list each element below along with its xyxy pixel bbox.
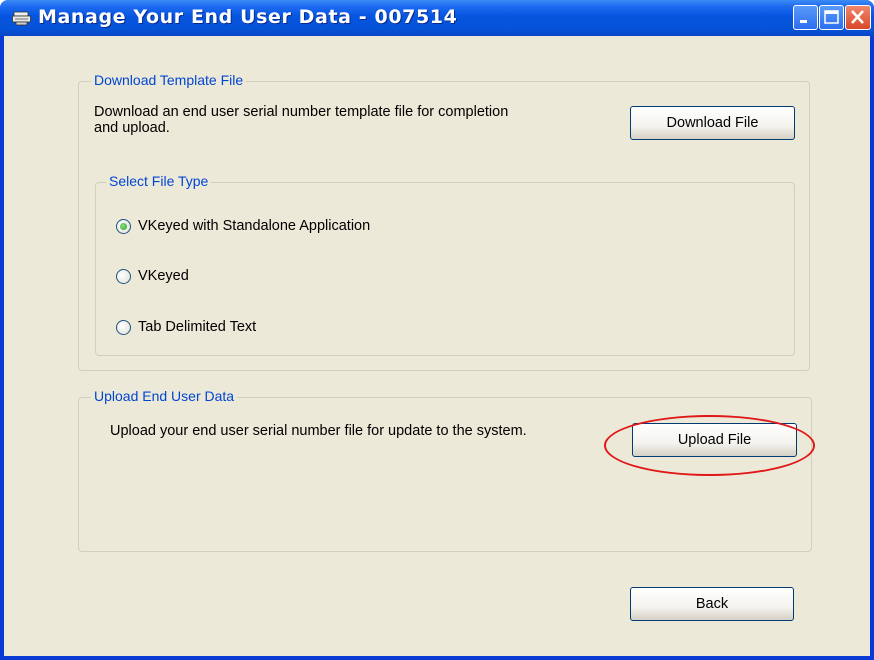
app-window: Manage Your End User Data - 007514 Downl… xyxy=(0,0,874,660)
radio-dot-icon xyxy=(120,223,127,230)
upload-data-legend: Upload End User Data xyxy=(91,388,238,404)
dialog-client-area: Download Template File Download an end u… xyxy=(4,36,870,656)
back-button[interactable]: Back xyxy=(630,587,794,621)
app-icon xyxy=(12,11,31,26)
download-description-line1: Download an end user serial number templ… xyxy=(94,104,509,120)
minimize-button[interactable] xyxy=(793,5,818,30)
upload-file-button[interactable]: Upload File xyxy=(632,423,797,457)
download-template-legend: Download Template File xyxy=(91,72,247,88)
radio-button[interactable] xyxy=(116,320,131,335)
file-type-group: Select File Type VKeyed with Standalone … xyxy=(95,173,795,356)
minimize-icon xyxy=(800,20,807,23)
maximize-icon xyxy=(824,10,839,24)
upload-description: Upload your end user serial number file … xyxy=(110,423,527,439)
radio-button-selected[interactable] xyxy=(116,219,131,234)
close-button[interactable] xyxy=(845,5,871,30)
radio-button[interactable] xyxy=(116,269,131,284)
file-type-label: VKeyed with Standalone Application xyxy=(138,218,371,234)
download-template-group: Download Template File Download an end u… xyxy=(78,72,810,371)
file-type-label: Tab Delimited Text xyxy=(138,319,257,335)
maximize-button[interactable] xyxy=(819,5,844,30)
download-description-line2: and upload. xyxy=(94,120,170,136)
title-bar[interactable]: Manage Your End User Data - 007514 xyxy=(0,0,874,36)
close-icon xyxy=(851,10,864,24)
file-type-legend: Select File Type xyxy=(106,173,212,189)
window-title: Manage Your End User Data - 007514 xyxy=(38,6,458,28)
download-file-button[interactable]: Download File xyxy=(630,106,795,140)
upload-data-group: Upload End User Data Upload your end use… xyxy=(78,388,812,552)
file-type-label: VKeyed xyxy=(138,268,189,284)
